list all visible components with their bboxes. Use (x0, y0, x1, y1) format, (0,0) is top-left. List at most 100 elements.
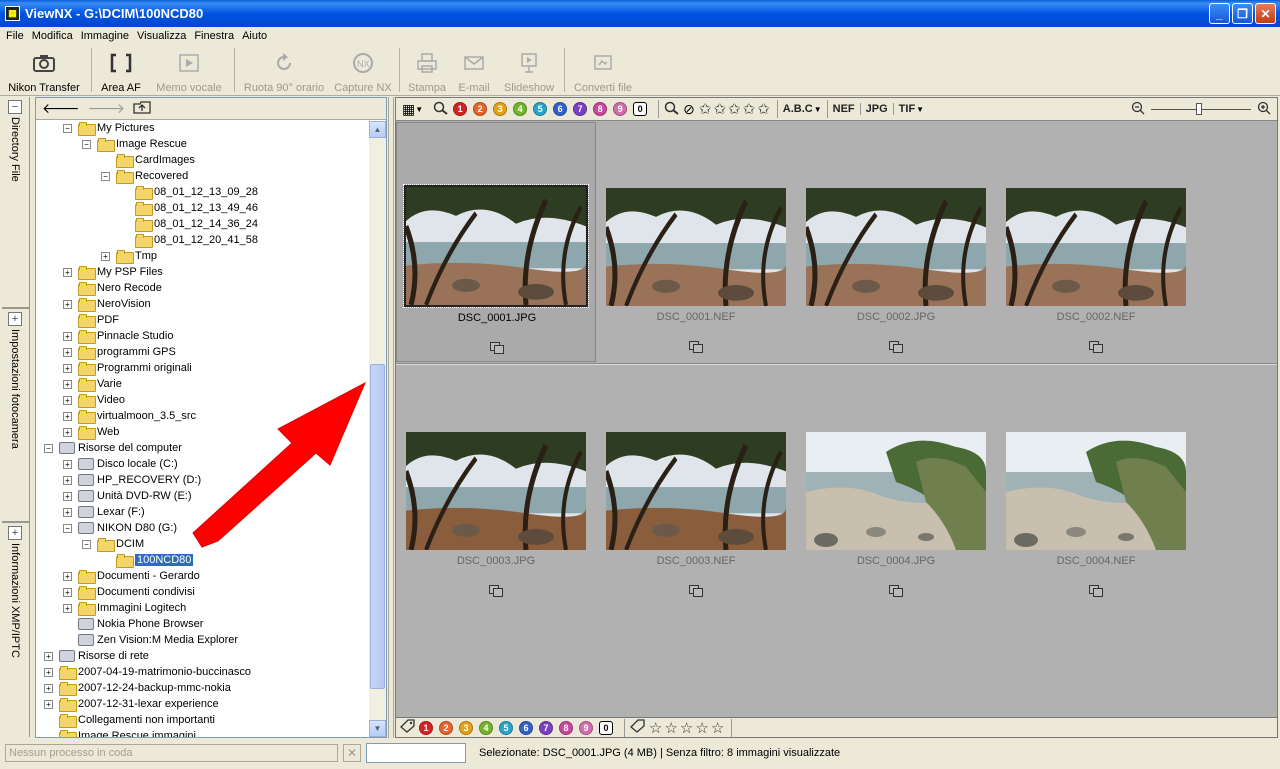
star-3-icon[interactable]: ✩ (728, 100, 741, 118)
tree-item[interactable]: + Unità DVD-RW (E:) (63, 488, 192, 504)
tree-item[interactable]: 100NCD80 (101, 552, 194, 568)
tree-item[interactable]: + Disco locale (C:) (63, 456, 178, 472)
label-9-button[interactable]: 9 (579, 720, 593, 735)
collapse-node-icon[interactable]: − (63, 523, 72, 533)
tree-item[interactable]: PDF (63, 312, 119, 328)
star-2-icon[interactable]: ☆ (664, 719, 677, 737)
collapse-node-icon[interactable]: − (101, 171, 110, 181)
menu-file[interactable]: File (2, 30, 28, 42)
expand-node-icon[interactable]: + (63, 507, 72, 517)
menu-visualizza[interactable]: Visualizza (133, 30, 190, 42)
expand-node-icon[interactable]: + (63, 347, 72, 357)
rotate-button[interactable]: Ruota 90° orario (238, 46, 330, 96)
tree-item[interactable]: CardImages (101, 152, 195, 168)
label-5-button[interactable]: 5 (533, 102, 548, 116)
tree-item[interactable]: + Risorse di rete (44, 648, 149, 664)
label-6-button[interactable]: 6 (519, 720, 533, 735)
expand-node-icon[interactable]: + (63, 491, 72, 501)
star-2-icon[interactable]: ✩ (713, 100, 726, 118)
expand-node-icon[interactable]: + (63, 363, 72, 373)
expand-node-icon[interactable]: + (101, 251, 110, 261)
tree-scrollbar[interactable]: ▲ ▼ (369, 121, 386, 737)
close-button[interactable]: ✕ (1255, 3, 1276, 24)
tree-item[interactable]: + Programmi originali (63, 360, 192, 376)
label-3-button[interactable]: 3 (493, 102, 508, 116)
stack-icon[interactable] (1089, 585, 1103, 597)
tree-item[interactable]: + Video (63, 392, 125, 408)
collapse-node-icon[interactable]: − (82, 539, 91, 549)
tree-item[interactable]: + My PSP Files (63, 264, 163, 280)
stack-icon[interactable] (889, 341, 903, 353)
tree-item[interactable]: 08_01_12_13_09_28 (120, 184, 258, 200)
expand-icon[interactable]: + (8, 526, 22, 540)
area-af-button[interactable]: Area AF (95, 46, 147, 96)
forward-arrow-icon[interactable]: 🡒 (88, 100, 126, 117)
nikon-transfer-button[interactable]: Nikon Transfer (0, 46, 88, 96)
rating-tag-icon[interactable] (630, 719, 646, 736)
zoom-slider-knob[interactable] (1196, 102, 1202, 115)
label-1-button[interactable]: 1 (453, 102, 468, 116)
scroll-down-icon[interactable]: ▼ (369, 720, 386, 737)
thumbnail-image[interactable] (406, 432, 586, 550)
star-5-icon[interactable]: ☆ (711, 719, 724, 737)
thumbnail-image[interactable] (1006, 188, 1186, 306)
tree-item[interactable]: + Pinnacle Studio (63, 328, 173, 344)
dropdown-icon[interactable]: ▼ (415, 105, 423, 114)
panel-splitter[interactable] (388, 97, 394, 738)
star-1-icon[interactable]: ✩ (699, 100, 712, 118)
expand-node-icon[interactable]: + (63, 267, 72, 277)
thumbnail-cell[interactable]: DSC_0004.JPG (796, 366, 996, 606)
label-tag-icon[interactable] (400, 719, 416, 736)
menu-finestra[interactable]: Finestra (190, 30, 238, 42)
tree-item[interactable]: − My Pictures (63, 121, 154, 136)
zoom-out-icon[interactable] (1131, 101, 1145, 118)
thumbnail-image[interactable] (806, 188, 986, 306)
no-rating-icon[interactable]: ⊘ (683, 101, 695, 118)
print-button[interactable]: Stampa (403, 46, 451, 96)
tree-item[interactable]: Image Rescue immagini (44, 728, 196, 737)
back-arrow-icon[interactable]: 🡐 (42, 100, 80, 117)
tree-item[interactable]: + programmi GPS (63, 344, 176, 360)
expand-node-icon[interactable]: + (63, 379, 72, 389)
thumbnail-cell[interactable]: DSC_0003.NEF (596, 366, 796, 606)
thumbnail-cell[interactable]: DSC_0002.NEF (996, 122, 1196, 362)
maximize-button[interactable]: ❐ (1232, 3, 1253, 24)
expand-node-icon[interactable]: + (44, 667, 53, 677)
menu-aiuto[interactable]: Aiuto (238, 30, 271, 42)
tree-item[interactable]: + Tmp (101, 248, 157, 264)
expand-node-icon[interactable]: + (44, 651, 53, 661)
tab-directory-file[interactable]: − Directory File (2, 97, 30, 182)
label-6-button[interactable]: 6 (553, 102, 568, 116)
expand-node-icon[interactable]: + (63, 395, 72, 405)
tree-item[interactable]: Nero Recode (63, 280, 162, 296)
sort-dropdown-icon[interactable]: ▼ (814, 105, 822, 114)
label-7-button[interactable]: 7 (573, 102, 588, 116)
memo-vocale-button[interactable]: Memo vocale (147, 46, 231, 96)
tree-item[interactable]: 08_01_12_20_41_58 (120, 232, 258, 248)
tree-item[interactable]: + Documenti condivisi (63, 584, 195, 600)
tree-item[interactable]: Collegamenti non importanti (44, 712, 215, 728)
thumbnail-image[interactable] (1006, 432, 1186, 550)
stack-icon[interactable] (689, 585, 703, 597)
stack-icon[interactable] (489, 585, 503, 597)
collapse-node-icon[interactable]: − (44, 443, 53, 453)
tree-item[interactable]: 08_01_12_14_36_24 (120, 216, 258, 232)
tree-item[interactable]: Zen Vision:M Media Explorer (63, 632, 238, 648)
label-3-button[interactable]: 3 (459, 720, 473, 735)
expand-node-icon[interactable]: + (63, 459, 72, 469)
zoom-in-icon[interactable] (1257, 101, 1271, 118)
tree-item[interactable]: 08_01_12_13_49_46 (120, 200, 258, 216)
scroll-up-icon[interactable]: ▲ (369, 121, 386, 138)
collapse-node-icon[interactable]: − (82, 139, 91, 149)
label-9-button[interactable]: 9 (613, 102, 628, 116)
tree-item[interactable]: − Image Rescue (82, 136, 187, 152)
expand-node-icon[interactable]: + (63, 603, 72, 613)
tree-item[interactable]: − Recovered (101, 168, 188, 184)
grid-view-icon[interactable]: ▦ (402, 101, 415, 118)
thumbnail-image[interactable] (806, 432, 986, 550)
filter-tif-button[interactable]: TIF (899, 103, 916, 115)
tree-item[interactable]: +2007-04-19-matrimonio-buccinasco (44, 664, 251, 680)
menu-modifica[interactable]: Modifica (28, 30, 77, 42)
star-4-icon[interactable]: ☆ (695, 719, 708, 737)
stack-icon[interactable] (490, 342, 504, 354)
